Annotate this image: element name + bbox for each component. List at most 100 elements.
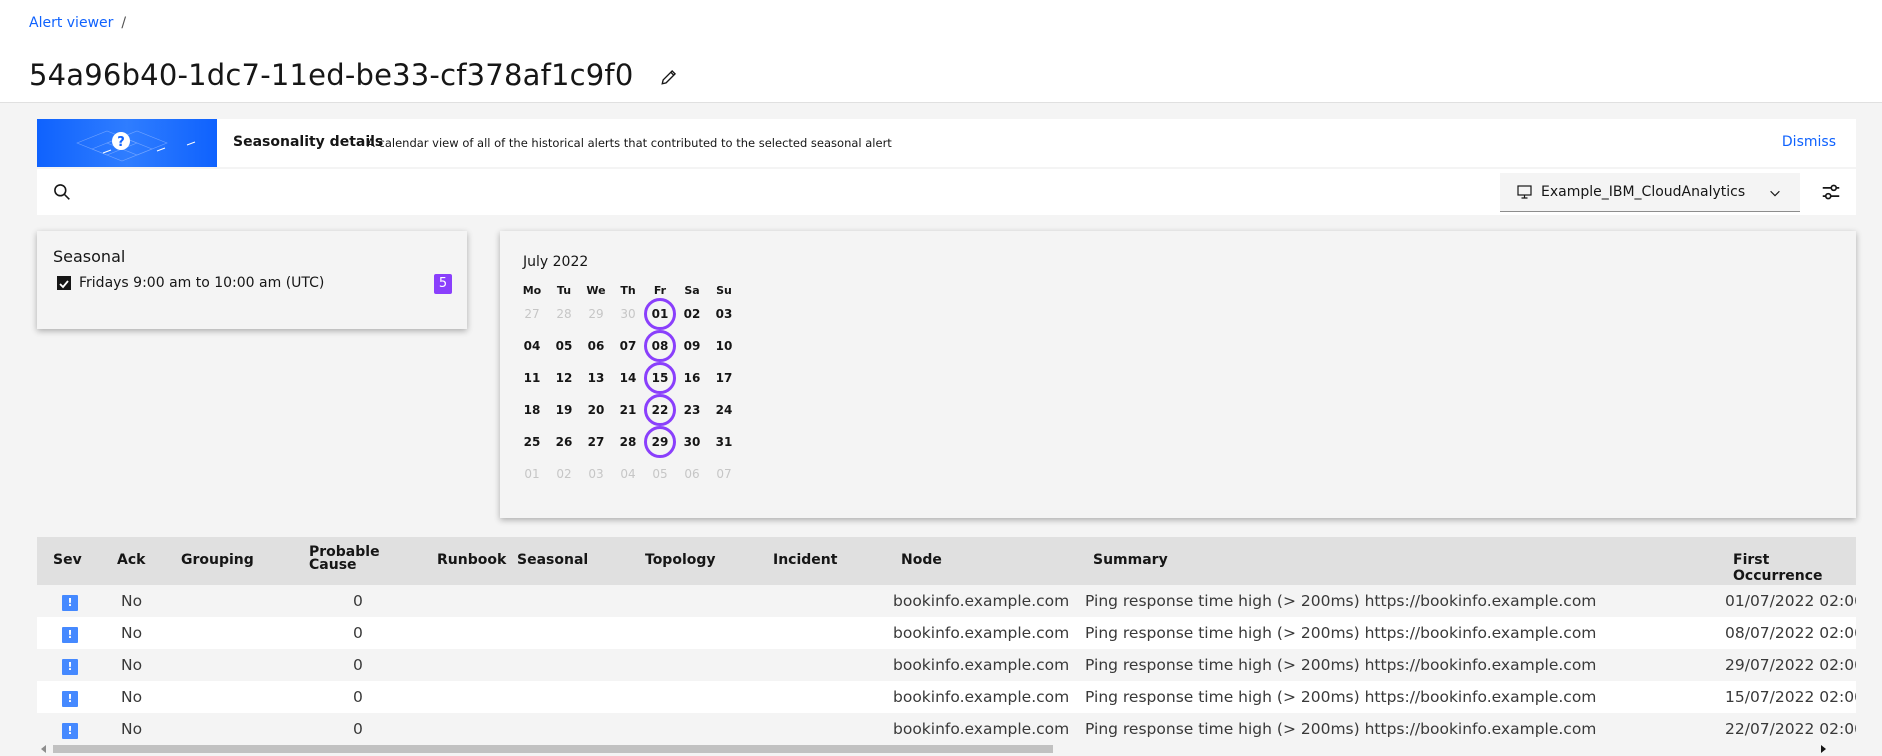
calendar-day[interactable]: 16: [676, 362, 708, 394]
table-row[interactable]: ! No 0 bookinfo.example.com Ping response ti…: [37, 713, 1856, 746]
calendar-day[interactable]: 28: [612, 426, 644, 458]
settings-adjust-icon[interactable]: [1820, 181, 1842, 203]
calendar-day[interactable]: 19: [548, 394, 580, 426]
calendar-day[interactable]: 08: [644, 330, 676, 362]
calendar-day[interactable]: 21: [612, 394, 644, 426]
calendar-day[interactable]: 17: [708, 362, 740, 394]
column-header-runbook[interactable]: Runbook: [437, 552, 506, 568]
calendar-day[interactable]: 23: [676, 394, 708, 426]
calendar-day[interactable]: 28: [548, 298, 580, 330]
table-row[interactable]: ! No 0 bookinfo.example.com Ping response ti…: [37, 585, 1856, 618]
calendar-day[interactable]: 05: [644, 458, 676, 490]
summary-cell: Ping response time high (> 200ms) https:…: [1085, 656, 1597, 674]
calendar-day[interactable]: 01: [644, 298, 676, 330]
column-header-summary[interactable]: Summary: [1093, 552, 1168, 568]
calendar-day[interactable]: 13: [580, 362, 612, 394]
dismiss-link[interactable]: Dismiss: [1782, 134, 1836, 150]
calendar-day[interactable]: 22: [644, 394, 676, 426]
column-header-ack[interactable]: Ack: [117, 552, 145, 568]
calendar-day[interactable]: 06: [580, 330, 612, 362]
calendar-day[interactable]: 03: [708, 298, 740, 330]
calendar-day[interactable]: 10: [708, 330, 740, 362]
scrollbar-thumb[interactable]: [53, 745, 1053, 753]
column-header-first-occurrence[interactable]: First Occurrence: [1733, 552, 1856, 584]
probable-cause-cell: 0: [353, 720, 363, 738]
calendar-day[interactable]: 07: [708, 458, 740, 490]
ack-cell: No: [121, 624, 143, 642]
seasonal-card: Seasonal Fridays 9:00 am to 10:00 am (UT…: [37, 231, 467, 329]
calendar-day[interactable]: 27: [580, 426, 612, 458]
seasonal-item-label: Fridays 9:00 am to 10:00 am (UTC): [79, 275, 325, 291]
calendar-day[interactable]: 31: [708, 426, 740, 458]
calendar-day[interactable]: 15: [644, 362, 676, 394]
first-occurrence-cell: 15/07/2022 02:00: [1725, 688, 1856, 706]
calendar-day[interactable]: 02: [548, 458, 580, 490]
column-header-probable-cause[interactable]: Probable Cause: [309, 545, 389, 572]
severity-icon: !: [62, 691, 78, 707]
calendar-day[interactable]: 09: [676, 330, 708, 362]
column-header-node[interactable]: Node: [901, 552, 942, 568]
table-row[interactable]: ! No 0 bookinfo.example.com Ping response ti…: [37, 617, 1856, 650]
checkmark-icon: [59, 280, 69, 289]
calendar-day[interactable]: 26: [548, 426, 580, 458]
seasonal-checkbox[interactable]: [57, 276, 71, 290]
calendar-day[interactable]: 25: [516, 426, 548, 458]
column-header-sev[interactable]: Sev: [53, 552, 82, 568]
scroll-left-arrow-icon[interactable]: [41, 745, 46, 753]
first-occurrence-cell: 29/07/2022 02:00: [1725, 656, 1856, 674]
pencil-icon[interactable]: [660, 68, 678, 86]
search-icon[interactable]: [53, 183, 71, 201]
seasonal-count-badge: 5: [434, 274, 452, 294]
calendar-day[interactable]: 04: [612, 458, 644, 490]
calendar-day[interactable]: 14: [612, 362, 644, 394]
calendar-day[interactable]: 12: [548, 362, 580, 394]
search-input[interactable]: [83, 177, 1087, 209]
probable-cause-cell: 0: [353, 688, 363, 706]
calendar-day[interactable]: 30: [676, 426, 708, 458]
monitor-icon: [1517, 185, 1532, 199]
first-occurrence-cell: 22/07/2022 02:00: [1725, 720, 1856, 738]
node-cell: bookinfo.example.com: [893, 624, 1070, 642]
breadcrumb: Alert viewer /: [29, 15, 126, 31]
ack-cell: No: [121, 592, 143, 610]
severity-icon: !: [62, 595, 78, 611]
severity-icon: !: [62, 627, 78, 643]
calendar-day[interactable]: 06: [676, 458, 708, 490]
column-header-grouping[interactable]: Grouping: [181, 552, 254, 568]
source-dropdown[interactable]: Example_IBM_CloudAnalytics: [1500, 173, 1800, 212]
ack-cell: No: [121, 688, 143, 706]
calendar-day[interactable]: 02: [676, 298, 708, 330]
banner-graphic: ?: [76, 130, 196, 162]
table-row[interactable]: ! No 0 bookinfo.example.com Ping response ti…: [37, 649, 1856, 682]
scroll-right-arrow-icon[interactable]: [1821, 745, 1826, 753]
calendar-day[interactable]: 03: [580, 458, 612, 490]
calendar-day[interactable]: 29: [580, 298, 612, 330]
column-header-seasonal[interactable]: Seasonal: [517, 552, 588, 568]
calendar-day[interactable]: 05: [548, 330, 580, 362]
calendar-day[interactable]: 29: [644, 426, 676, 458]
horizontal-scrollbar[interactable]: [37, 743, 1856, 755]
search-toolbar: Example_IBM_CloudAnalytics: [37, 169, 1856, 215]
ack-cell: No: [121, 656, 143, 674]
banner-title: Seasonality details: [233, 134, 384, 150]
calendar-day[interactable]: 24: [708, 394, 740, 426]
calendar-day[interactable]: 20: [580, 394, 612, 426]
seasonality-banner: ? Seasonality details A calendar view of…: [37, 119, 1856, 167]
calendar-weekday: Mo: [522, 284, 542, 297]
calendar-day[interactable]: 01: [516, 458, 548, 490]
calendar-weekday: Sa: [684, 284, 700, 297]
column-header-incident[interactable]: Incident: [773, 552, 837, 568]
calendar-day[interactable]: 18: [516, 394, 548, 426]
column-header-topology[interactable]: Topology: [645, 552, 716, 568]
calendar-day[interactable]: 07: [612, 330, 644, 362]
summary-cell: Ping response time high (> 200ms) https:…: [1085, 688, 1597, 706]
node-cell: bookinfo.example.com: [893, 688, 1070, 706]
calendar-day[interactable]: 11: [516, 362, 548, 394]
severity-icon: !: [62, 723, 78, 739]
calendar-day[interactable]: 30: [612, 298, 644, 330]
table-row[interactable]: ! No 0 bookinfo.example.com Ping response ti…: [37, 681, 1856, 714]
calendar-day[interactable]: 04: [516, 330, 548, 362]
calendar-day[interactable]: 27: [516, 298, 548, 330]
page-title: 54a96b40-1dc7-11ed-be33-cf378af1c9f0: [29, 58, 634, 92]
breadcrumb-alert-viewer-link[interactable]: Alert viewer: [29, 15, 113, 31]
